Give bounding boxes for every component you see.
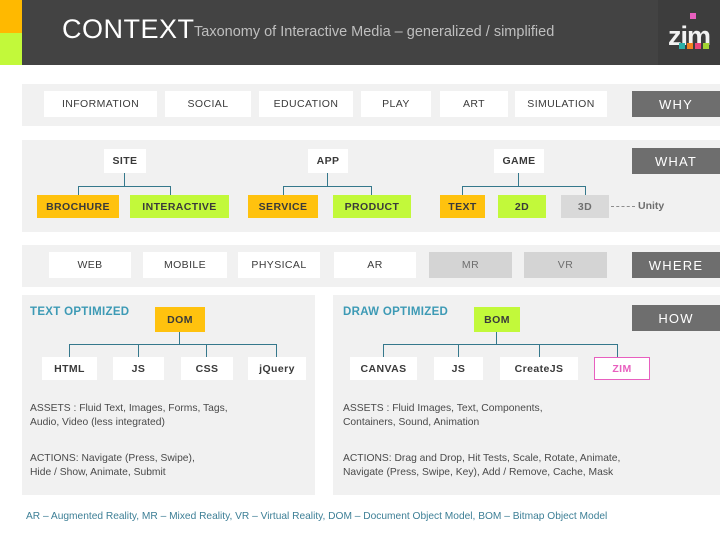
what-child-text[interactable]: TEXT bbox=[440, 195, 485, 218]
what-child-product[interactable]: PRODUCT bbox=[333, 195, 411, 218]
tab-why[interactable]: WHY bbox=[632, 91, 720, 117]
connector-dom-drop-jquery bbox=[276, 344, 278, 357]
connector-bom-drop-zim bbox=[617, 344, 619, 357]
how-right-child-createjs[interactable]: CreateJS bbox=[500, 357, 578, 380]
what-parent-game[interactable]: GAME bbox=[494, 149, 544, 173]
what-parent-site[interactable]: SITE bbox=[104, 149, 146, 173]
connector-bom-drop-js bbox=[458, 344, 460, 357]
how-left-assets-head: ASSETS : bbox=[30, 403, 80, 414]
what-child-interactive[interactable]: INTERACTIVE bbox=[130, 195, 229, 218]
how-right-actions: ACTIONS: Drag and Drop, Hit Tests, Scale… bbox=[343, 452, 718, 480]
how-left-actions-head: ACTIONS: bbox=[30, 453, 82, 464]
how-right-assets: ASSETS : Fluid Images, Text, Components,… bbox=[343, 402, 713, 430]
logo-square-orange bbox=[687, 43, 693, 49]
connector-dom-drop-css bbox=[206, 344, 208, 357]
logo-square-teal bbox=[679, 43, 685, 49]
connector-app-stem bbox=[327, 173, 329, 187]
how-right-assets-head: ASSETS : bbox=[343, 403, 393, 414]
header-bar: CONTEXT Taxonomy of Interactive Media – … bbox=[22, 0, 720, 65]
where-item-ar[interactable]: AR bbox=[334, 252, 416, 278]
connector-site-bar bbox=[78, 186, 171, 188]
how-right-actions-line2: Navigate (Press, Swipe, Key), Add / Remo… bbox=[343, 467, 614, 478]
how-right-actions-line1: Drag and Drop, Hit Tests, Scale, Rotate,… bbox=[394, 453, 621, 464]
connector-bom-drop-canvas bbox=[383, 344, 385, 357]
where-item-mobile[interactable]: MOBILE bbox=[143, 252, 227, 278]
where-item-physical[interactable]: PHYSICAL bbox=[238, 252, 320, 278]
connector-bom-bar bbox=[383, 344, 618, 346]
where-item-mr[interactable]: MR bbox=[429, 252, 512, 278]
connector-site-stem bbox=[124, 173, 126, 187]
logo-square-green bbox=[703, 43, 709, 49]
why-item-art[interactable]: ART bbox=[440, 91, 508, 117]
how-left-actions-line1: Navigate (Press, Swipe), bbox=[81, 453, 195, 464]
how-left-child-jquery[interactable]: jQuery bbox=[248, 357, 306, 380]
text-optimized-label: TEXT OPTIMIZED bbox=[30, 306, 130, 318]
logo-square-pink-top bbox=[690, 13, 696, 19]
how-left-child-html[interactable]: HTML bbox=[42, 357, 97, 380]
zim-logo-mark: zim bbox=[668, 13, 716, 53]
connector-bom-drop-createjs bbox=[539, 344, 541, 357]
how-right-child-js[interactable]: JS bbox=[434, 357, 483, 380]
page-title: CONTEXT bbox=[62, 14, 195, 44]
why-item-education[interactable]: EDUCATION bbox=[259, 91, 353, 117]
how-left-assets-line2: Audio, Video (less integrated) bbox=[30, 417, 165, 428]
unity-annotation: Unity bbox=[638, 200, 665, 212]
why-item-information[interactable]: INFORMATION bbox=[44, 91, 157, 117]
accent-bar-orange bbox=[0, 0, 22, 33]
where-item-vr[interactable]: VR bbox=[524, 252, 607, 278]
what-child-brochure[interactable]: BROCHURE bbox=[37, 195, 119, 218]
where-item-web[interactable]: WEB bbox=[49, 252, 131, 278]
what-child-2d[interactable]: 2D bbox=[498, 195, 546, 218]
how-left-actions-line2: Hide / Show, Animate, Submit bbox=[30, 467, 166, 478]
how-right-child-zim[interactable]: ZIM bbox=[594, 357, 650, 380]
how-right-actions-head: ACTIONS: bbox=[343, 453, 395, 464]
connector-game-bar bbox=[462, 186, 586, 188]
connector-dom-drop-js bbox=[138, 344, 140, 357]
accent-bar-green bbox=[0, 33, 22, 65]
unity-dash-connector bbox=[611, 206, 635, 207]
draw-optimized-label: DRAW OPTIMIZED bbox=[343, 306, 449, 318]
how-right-root-bom[interactable]: BOM bbox=[474, 307, 520, 332]
how-right-assets-line2: Containers, Sound, Animation bbox=[343, 417, 480, 428]
what-child-3d[interactable]: 3D bbox=[561, 195, 609, 218]
how-left-root-dom[interactable]: DOM bbox=[155, 307, 205, 332]
how-right-child-canvas[interactable]: CANVAS bbox=[350, 357, 417, 380]
how-left-assets-line1: Fluid Text, Images, Forms, Tags, bbox=[79, 403, 228, 414]
why-item-play[interactable]: PLAY bbox=[361, 91, 431, 117]
connector-dom-bar bbox=[69, 344, 277, 346]
tab-where[interactable]: WHERE bbox=[632, 252, 720, 278]
why-item-social[interactable]: SOCIAL bbox=[165, 91, 251, 117]
how-left-child-js[interactable]: JS bbox=[113, 357, 164, 380]
tab-how[interactable]: HOW bbox=[632, 305, 720, 331]
connector-dom-drop-html bbox=[69, 344, 71, 357]
how-left-child-css[interactable]: CSS bbox=[181, 357, 233, 380]
what-child-service[interactable]: SERVICE bbox=[248, 195, 318, 218]
footer-legend: AR – Augmented Reality, MR – Mixed Reali… bbox=[26, 511, 608, 522]
tab-what[interactable]: WHAT bbox=[632, 148, 720, 174]
what-parent-app[interactable]: APP bbox=[308, 149, 348, 173]
zim-logo[interactable]: zim bbox=[658, 0, 720, 65]
connector-game-stem bbox=[518, 173, 520, 187]
how-right-assets-line1: Fluid Images, Text, Components, bbox=[392, 403, 543, 414]
logo-square-magenta bbox=[695, 43, 701, 49]
slide-root: CONTEXT Taxonomy of Interactive Media – … bbox=[0, 0, 720, 540]
connector-app-bar bbox=[283, 186, 372, 188]
how-left-assets: ASSETS : Fluid Text, Images, Forms, Tags… bbox=[30, 402, 300, 430]
page-subtitle: Taxonomy of Interactive Media – generali… bbox=[194, 24, 555, 40]
why-item-simulation[interactable]: SIMULATION bbox=[515, 91, 607, 117]
how-left-actions: ACTIONS: Navigate (Press, Swipe), Hide /… bbox=[30, 452, 300, 480]
